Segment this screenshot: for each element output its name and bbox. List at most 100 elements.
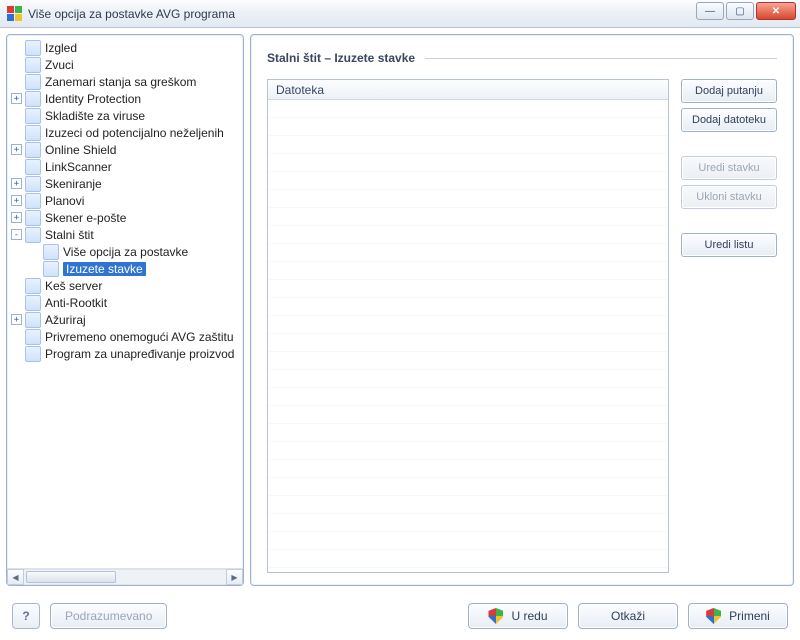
page-icon [25,227,41,243]
footer-bar: ? Podrazumevano U redu Otkaži Primeni [0,592,800,640]
edit-list-button[interactable]: Uredi listu [681,233,777,257]
expand-icon[interactable]: + [11,93,22,104]
expand-icon[interactable]: + [11,178,22,189]
app-icon [6,6,22,22]
page-icon [25,176,41,192]
tree-item-label: Identity Protection [45,92,141,106]
tree-item[interactable]: Anti-Rootkit [9,294,241,311]
tree-item-label: Keš server [45,279,102,293]
page-icon [25,57,41,73]
tree-item[interactable]: Zvuci [9,56,241,73]
page-icon [25,210,41,226]
expander-placeholder [11,42,22,53]
tree-item[interactable]: + Skeniranje [9,175,241,192]
tree-item[interactable]: + Ažuriraj [9,311,241,328]
remove-item-button[interactable]: Ukloni stavku [681,185,777,209]
window-controls: — ▢ ✕ [696,2,796,20]
tree-item-label: Anti-Rootkit [45,296,107,310]
page-icon [25,142,41,158]
section-title: Stalni štit – Izuzete stavke [267,51,415,65]
tree-item[interactable]: Skladište za viruse [9,107,241,124]
tree-item-label: Skladište za viruse [45,109,145,123]
list-rows[interactable] [268,100,668,572]
ok-label: U redu [511,609,547,623]
tree-item[interactable]: + Online Shield [9,141,241,158]
add-path-button[interactable]: Dodaj putanju [681,79,777,103]
page-icon [25,74,41,90]
page-icon [25,312,41,328]
expander-placeholder [11,127,22,138]
tree-item-label: Privremeno onemogući AVG zaštitu [45,330,234,344]
cancel-button[interactable]: Otkaži [578,603,678,629]
tree-item[interactable]: Izuzete stavke [9,260,241,277]
tree-item[interactable]: +Skener e-pošte [9,209,241,226]
nav-tree: IzgledZvuci Zanemari stanja sa greškom + Id… [9,39,241,362]
apply-label: Primeni [729,609,770,623]
defaults-button[interactable]: Podrazumevano [50,603,167,629]
tree-item-label: Zanemari stanja sa greškom [45,75,196,89]
tree-item-label: Ažuriraj [45,313,86,327]
tree-item-label: Planovi [45,194,84,208]
tree-item-label: Izgled [45,41,77,55]
scroll-track[interactable] [24,569,226,585]
apply-button[interactable]: Primeni [688,603,788,629]
edit-item-button[interactable]: Uredi stavku [681,156,777,180]
expander-placeholder [11,331,22,342]
page-icon [25,40,41,56]
add-file-button[interactable]: Dodaj datoteku [681,108,777,132]
tree-item[interactable]: Zanemari stanja sa greškom [9,73,241,90]
nav-tree-scroll[interactable]: IzgledZvuci Zanemari stanja sa greškom + Id… [7,35,243,568]
tree-item-label: LinkScanner [45,160,112,174]
tree-item[interactable]: LinkScanner [9,158,241,175]
expander-placeholder [11,348,22,359]
expand-icon[interactable]: + [11,195,22,206]
tree-item[interactable]: - Stalni štit [9,226,241,243]
tree-item-label: Skeniranje [45,177,102,191]
tree-item-label: Online Shield [45,143,116,157]
minimize-button[interactable]: — [696,2,724,20]
scroll-thumb[interactable] [26,571,116,583]
page-icon [25,159,41,175]
tree-item[interactable]: + Planovi [9,192,241,209]
tree-item-label: Izuzete stavke [63,262,146,276]
tree-item-label: Više opcija za postavke [63,245,188,259]
expand-icon[interactable]: + [11,212,22,223]
list-header[interactable]: Datoteka [268,80,668,100]
scroll-right-button[interactable]: ▶ [226,569,243,585]
help-button[interactable]: ? [12,603,40,629]
close-button[interactable]: ✕ [756,2,796,20]
section-rule [425,58,777,59]
tree-item[interactable]: Izgled [9,39,241,56]
content-body: Datoteka Dodaj putanju Dodaj datoteku Ur… [267,79,777,573]
scroll-left-button[interactable]: ◀ [7,569,24,585]
page-icon [25,193,41,209]
tree-item[interactable]: Izuzeci od potencijalno neželjenih [9,124,241,141]
tree-item[interactable]: Više opcija za postavke [9,243,241,260]
expander-placeholder [29,263,40,274]
expander-placeholder [29,246,40,257]
tree-item[interactable]: Keš server [9,277,241,294]
tree-item-label: Stalni štit [45,228,94,242]
tree-item[interactable]: + Identity Protection [9,90,241,107]
expand-icon[interactable]: + [11,314,22,325]
horizontal-scrollbar[interactable]: ◀ ▶ [7,568,243,585]
exclusion-list[interactable]: Datoteka [267,79,669,573]
ok-button[interactable]: U redu [468,603,568,629]
collapse-icon[interactable]: - [11,229,22,240]
tree-item[interactable]: Program za unapređivanje proizvod [9,345,241,362]
nav-tree-panel: IzgledZvuci Zanemari stanja sa greškom + Id… [6,34,244,586]
expand-icon[interactable]: + [11,144,22,155]
expander-placeholder [11,76,22,87]
page-icon [43,261,59,277]
tree-item[interactable]: Privremeno onemogući AVG zaštitu [9,328,241,345]
page-icon [25,125,41,141]
column-file[interactable]: Datoteka [268,83,332,97]
page-icon [43,244,59,260]
shield-icon [488,608,503,624]
maximize-button[interactable]: ▢ [726,2,754,20]
tree-item-label: Program za unapređivanje proizvod [45,347,234,361]
expander-placeholder [11,110,22,121]
page-icon [25,278,41,294]
expander-placeholder [11,59,22,70]
page-icon [25,108,41,124]
